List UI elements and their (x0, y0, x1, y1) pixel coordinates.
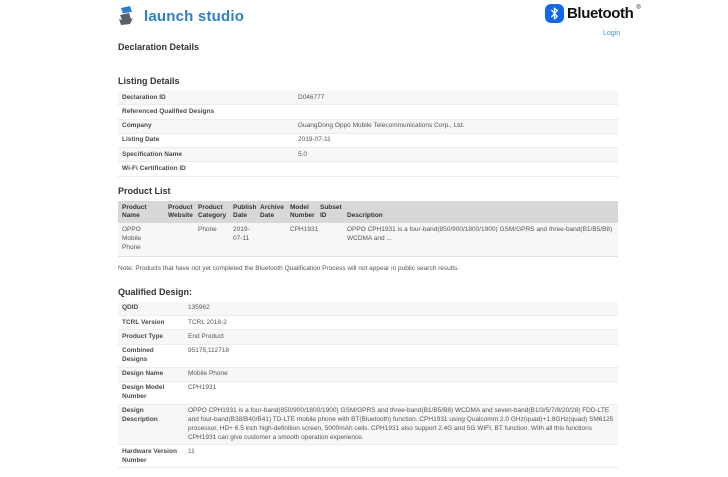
column-header: Product Name (118, 200, 164, 224)
main-content: Declaration Details Listing Details Decl… (118, 42, 618, 477)
bluetooth-icon (545, 4, 564, 23)
row-value: 135962 (184, 301, 618, 317)
table-row: Listing Date 2019-07-11 (118, 133, 618, 149)
registered-trademark-symbol: ® (636, 5, 641, 11)
description-cell: OPPO CPH1931 is a four-band(850/900/1800… (343, 223, 618, 257)
row-label: Product Type (118, 329, 184, 345)
row-label: Design Description (118, 404, 184, 446)
column-header: Subset ID (316, 200, 343, 224)
table-row: OPPO Mobile Phone Phone 2019-07-11 CPH19… (118, 223, 618, 257)
row-label: Declaration ID (118, 91, 294, 106)
product-website-cell (164, 223, 194, 257)
row-label: Combined Designs (118, 344, 184, 368)
row-value: OPPO CPH1931 is a four-band(850/900/1800… (184, 404, 618, 446)
listing-details-heading: Listing Details (118, 76, 180, 86)
bluetooth-wordmark: Bluetooth (567, 5, 634, 22)
column-header: Description (343, 200, 618, 224)
row-value: TCRL 2018-2 (184, 315, 618, 331)
row-label: QDID (118, 301, 184, 317)
column-header: Publish Date (229, 200, 256, 224)
row-label: Design Model Number (118, 381, 184, 405)
table-row: Design Description OPPO CPH1931 is a fou… (118, 404, 618, 446)
login-link[interactable]: Login (603, 30, 620, 37)
launch-studio-logo[interactable]: launch studio (117, 5, 244, 27)
qualified-design-table: QDID 135962 TCRL Version TCRL 2018-2 Pro… (118, 301, 618, 469)
table-row: Design Model Number CPH1931 (118, 381, 618, 405)
row-label: Listing Date (118, 133, 294, 149)
row-value: 5.0 (294, 147, 618, 163)
table-row: Referenced Qualified Designs (118, 104, 618, 120)
table-row: Design Name Mobile Phone (118, 367, 618, 382)
product-list-table: Product Name Product Website Product Cat… (118, 200, 618, 257)
row-label: Hardware Version Number (118, 444, 184, 469)
row-value: 95175,112718 (184, 344, 618, 368)
product-category-cell: Phone (194, 223, 229, 257)
table-row: Declaration ID D046777 (118, 91, 618, 106)
table-row: Hardware Version Number 11 (118, 444, 618, 469)
qualification-note: Note: Products that have not yet complet… (118, 264, 460, 272)
table-row: Wi-Fi Certification ID (118, 161, 618, 177)
launch-studio-wordmark: launch studio (144, 7, 245, 25)
row-value (294, 161, 618, 177)
table-row: Product Type End Product (118, 329, 618, 345)
row-value (294, 104, 618, 120)
row-label: TCRL Version (118, 315, 184, 331)
row-label: Specification Name (118, 147, 294, 163)
page-title: Declaration Details (118, 42, 200, 52)
column-header: Model Number (286, 200, 316, 224)
bluetooth-logo: Bluetooth ® (545, 4, 641, 23)
row-value: CPH1931 (184, 381, 618, 405)
row-value: End Product (184, 329, 618, 345)
column-header: Archive Date (256, 200, 286, 224)
table-header-row: Product Name Product Website Product Cat… (118, 200, 618, 224)
publish-date-cell: 2019-07-11 (229, 223, 256, 257)
table-row: TCRL Version TCRL 2018-2 (118, 315, 618, 331)
table-row: Company GuangDong Oppo Mobile Telecommun… (118, 119, 618, 134)
archive-date-cell (256, 223, 286, 257)
row-label: Company (118, 119, 294, 134)
launch-studio-icon (117, 5, 139, 27)
column-header: Product Category (194, 200, 229, 224)
subset-id-cell (316, 223, 343, 257)
qualified-design-heading: Qualified Design: (118, 286, 193, 297)
table-row: QDID 135962 (118, 301, 618, 317)
table-row: Specification Name 5.0 (118, 147, 618, 163)
product-name-cell: OPPO Mobile Phone (118, 223, 164, 257)
row-value: 2019-07-11 (294, 133, 618, 149)
row-label: Referenced Qualified Designs (118, 104, 294, 120)
row-value: D046777 (294, 91, 618, 106)
table-row: Combined Designs 95175,112718 (118, 344, 618, 368)
column-header: Product Website (164, 200, 194, 224)
product-list-heading: Product List (118, 185, 171, 196)
row-label: Wi-Fi Certification ID (118, 161, 294, 177)
row-label: Design Name (118, 367, 184, 382)
row-value: 11 (184, 444, 618, 469)
row-value: Mobile Phone (184, 367, 618, 382)
row-value: GuangDong Oppo Mobile Telecommunications… (294, 119, 618, 134)
model-number-cell: CPH1931 (286, 223, 318, 257)
listing-details-table: Declaration ID D046777 Referenced Qualif… (118, 91, 618, 177)
